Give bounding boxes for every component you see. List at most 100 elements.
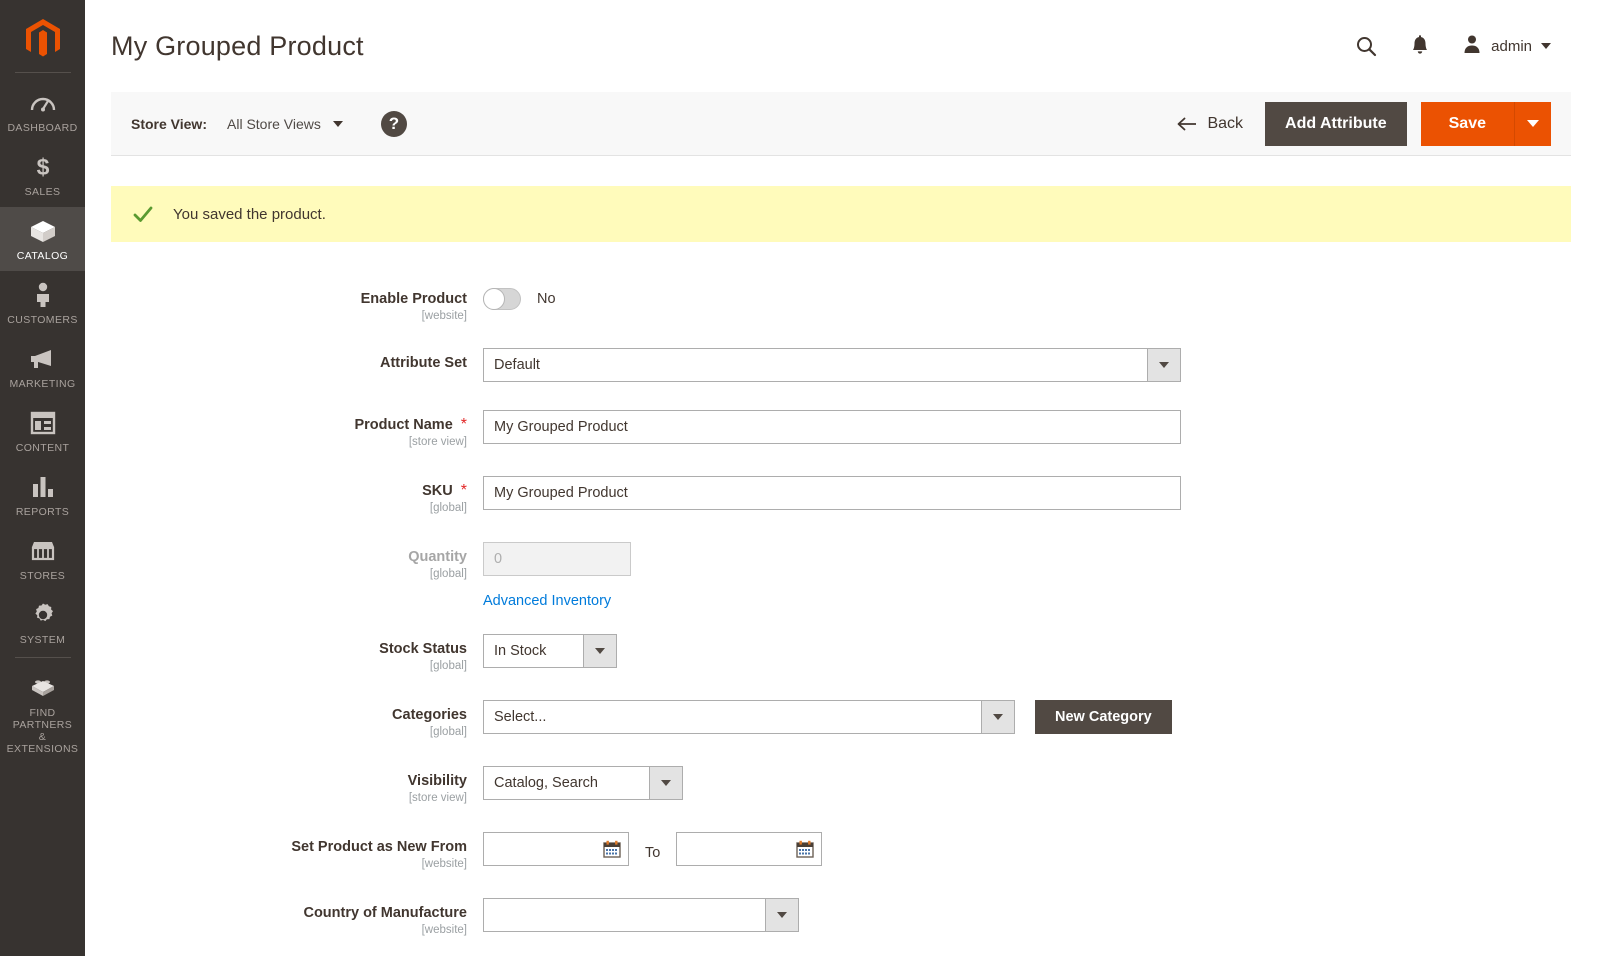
sidebar-item-dashboard[interactable]: DASHBOARD [0,79,85,143]
sidebar-item-catalog[interactable]: CATALOG [0,207,85,271]
box-icon [29,217,57,245]
add-attribute-button[interactable]: Add Attribute [1265,102,1407,146]
magento-logo[interactable] [0,8,85,70]
calendar-icon[interactable] [796,840,814,858]
sidebar-item-customers[interactable]: CUSTOMERS [0,271,85,335]
required-indicator: * [461,483,467,499]
attribute-set-select[interactable]: Default [483,348,1181,382]
field-scope: [global] [430,568,467,580]
sidebar-item-marketing[interactable]: MARKETING [0,335,85,399]
person-icon [33,281,53,309]
chevron-down-icon[interactable] [583,635,616,667]
chevron-down-icon[interactable] [981,701,1014,733]
toggle-knob [483,288,505,310]
sidebar-item-stores[interactable]: STORES [0,527,85,591]
store-view-value: All Store Views [227,116,321,132]
field-scope: [store view] [409,792,467,804]
field-label: Attribute Set [380,355,467,371]
advanced-inventory-link[interactable]: Advanced Inventory [483,593,611,609]
dashboard-icon [30,89,56,117]
back-button-label: Back [1207,115,1243,133]
bell-icon[interactable] [1408,34,1432,58]
field-quantity: Quantity [global] [111,542,1571,580]
admin-user-menu[interactable]: admin [1462,34,1551,59]
product-form: Enable Product [website] No [85,242,1597,936]
field-label-wrap [111,588,483,595]
save-options-toggle[interactable] [1515,102,1551,146]
stock-status-value: In Stock [484,635,583,667]
sidebar-item-label: CUSTOMERS [7,314,78,326]
field-control: Select... New Category [483,700,1571,734]
stock-status-select[interactable]: In Stock [483,634,617,668]
chevron-down-icon[interactable] [1147,349,1180,381]
field-control [483,410,1571,444]
search-icon[interactable] [1354,34,1378,58]
field-label: Country of Manufacture [303,905,467,921]
user-avatar-icon [1462,34,1482,59]
sidebar-item-label: CONTENT [16,442,70,454]
field-label: SKU [422,483,453,499]
required-indicator: * [461,417,467,433]
header-tools: admin [1354,34,1569,59]
sidebar-item-system[interactable]: SYSTEM [0,591,85,655]
chevron-down-icon [1527,120,1539,127]
sidebar-divider-top [15,72,71,73]
admin-user-name: admin [1491,38,1532,55]
new-category-button[interactable]: New Category [1035,700,1172,734]
sidebar-item-reports[interactable]: REPORTS [0,463,85,527]
field-control: Advanced Inventory [483,588,1571,610]
megaphone-icon [29,345,57,373]
field-visibility: Visibility [store view] Catalog, Search [111,766,1571,804]
visibility-select[interactable]: Catalog, Search [483,766,683,800]
field-country-of-manufacture: Country of Manufacture [website] [111,898,1571,936]
sidebar-divider-bottom [15,657,71,658]
gear-icon [30,601,56,629]
chevron-down-icon [333,121,343,127]
field-label-wrap: Stock Status [global] [111,634,483,672]
sidebar-item-content[interactable]: CONTENT [0,399,85,463]
sidebar-item-sales[interactable]: $ SALES [0,143,85,207]
date-range-separator: To [645,838,660,861]
field-label-wrap: Attribute Set [111,348,483,371]
main-content: My Grouped Product [85,0,1597,956]
calendar-icon[interactable] [603,840,621,858]
store-view-switcher[interactable]: All Store Views [227,116,343,132]
sidebar-item-label: FIND PARTNERS & EXTENSIONS [2,707,83,755]
field-set-product-as-new: Set Product as New From [website] [111,832,1571,870]
success-message: You saved the product. [111,186,1571,242]
chevron-down-icon[interactable] [765,899,798,931]
field-control: No [483,284,1571,310]
sidebar-item-find-partners-extensions[interactable]: FIND PARTNERS & EXTENSIONS [0,664,85,764]
enable-product-toggle[interactable] [483,288,521,310]
field-control [483,898,1571,936]
chevron-down-icon[interactable] [649,767,682,799]
field-enable-product: Enable Product [website] No [111,284,1571,322]
field-label: Product Name [354,417,452,433]
field-scope: [website] [422,858,467,870]
field-scope: [global] [430,660,467,672]
success-message-text: You saved the product. [173,206,326,223]
enable-product-value: No [537,291,556,307]
country-of-manufacture-select[interactable] [483,898,799,932]
save-button[interactable]: Save [1421,102,1515,146]
field-scope: [global] [430,502,467,514]
field-product-name: Product Name * [store view] [111,410,1571,448]
field-sku: SKU * [global] [111,476,1571,514]
sidebar-item-label: DASHBOARD [7,122,77,134]
field-control [483,476,1571,510]
categories-value: Select... [484,701,981,733]
check-icon [133,204,153,224]
field-label-wrap: Country of Manufacture [website] [111,898,483,936]
question-mark-icon[interactable]: ? [381,111,407,137]
sidebar-item-label: SALES [25,186,61,198]
back-button[interactable]: Back [1177,115,1243,133]
field-label-wrap: Categories [global] [111,700,483,738]
sku-input[interactable] [483,476,1181,510]
categories-select[interactable]: Select... [483,700,1015,734]
bar-chart-icon [30,473,56,501]
product-name-input[interactable] [483,410,1181,444]
new-to-date-field [676,832,822,866]
page-header: My Grouped Product [85,0,1597,92]
field-scope: [website] [422,924,467,936]
field-label: Visibility [408,773,467,789]
